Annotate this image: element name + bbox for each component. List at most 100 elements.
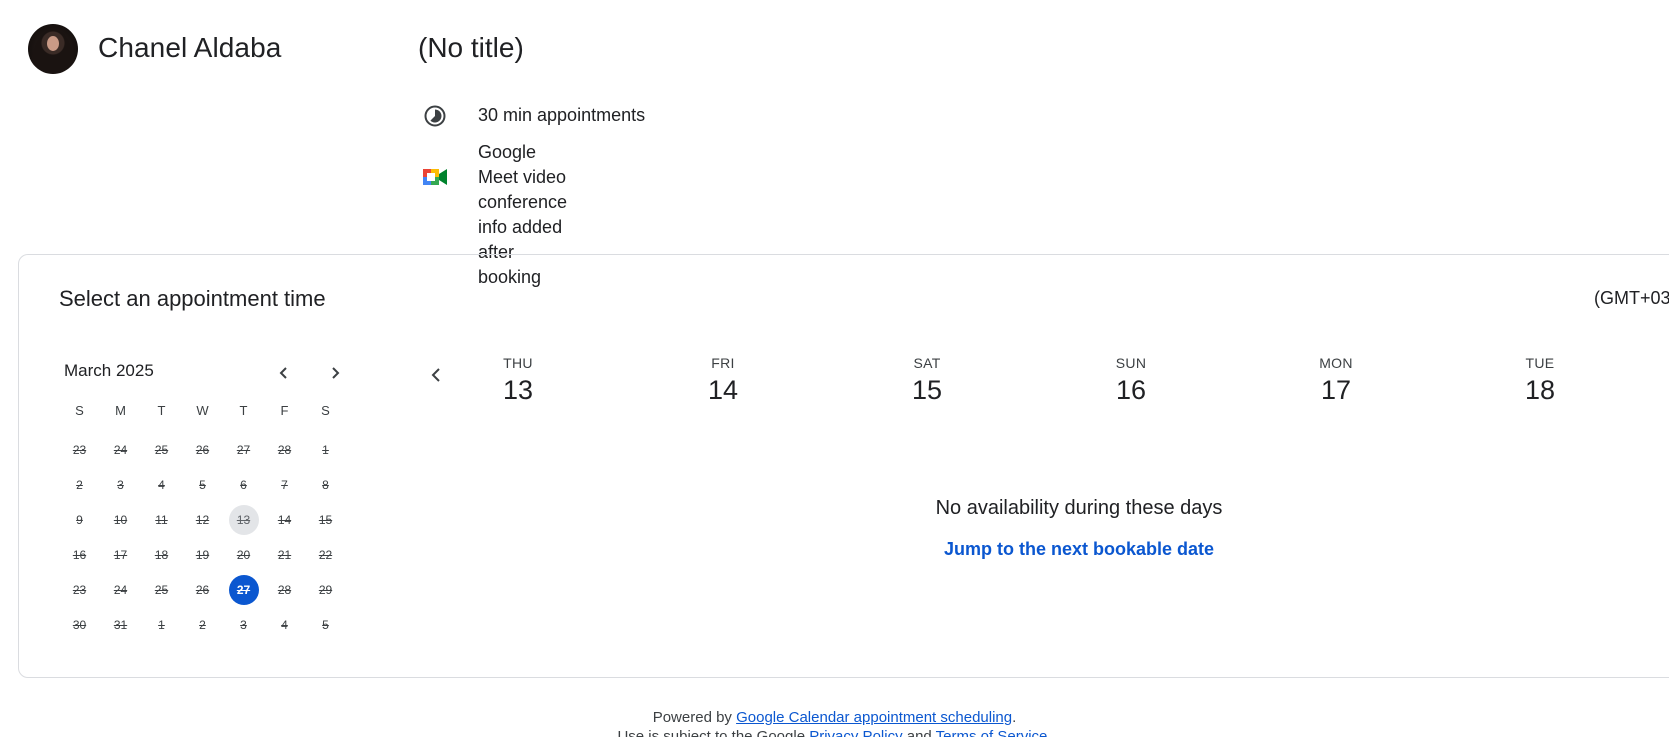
terms-of-service-link[interactable]: Terms of Service: [936, 728, 1048, 737]
calendar-day[interactable]: 31: [100, 607, 141, 642]
calendar-week-row: 30 31 1 2 3 4 5: [59, 607, 346, 642]
day-column-thu: THU 13: [478, 355, 558, 406]
calendar-day-number: 1: [158, 617, 165, 632]
calendar-day[interactable]: 10: [100, 502, 141, 537]
powered-by-text: Powered by: [652, 709, 737, 726]
calendar-day[interactable]: 24: [100, 432, 141, 467]
calendar-day-number: 25: [154, 442, 169, 457]
calendar-day[interactable]: 18: [141, 537, 182, 572]
previous-month-button[interactable]: [270, 359, 298, 387]
calendar-day[interactable]: 6: [223, 467, 264, 502]
calendar-day[interactable]: 2: [182, 607, 223, 642]
terms-suffix-text: .: [1047, 728, 1052, 737]
chevron-left-icon: [431, 368, 440, 382]
calendar-day-number: 7: [281, 477, 288, 492]
calendar-day[interactable]: 3: [100, 467, 141, 502]
jump-to-next-date-link[interactable]: Jump to the next bookable date: [909, 539, 1249, 560]
calendar-day[interactable]: 1: [305, 432, 346, 467]
calendar-day-number: 5: [322, 617, 329, 632]
calendar-day[interactable]: 5: [305, 607, 346, 642]
calendar-day-number: 1: [322, 442, 329, 457]
calendar-day[interactable]: 14: [264, 502, 305, 537]
calendar-day[interactable]: 27: [223, 572, 264, 607]
day-column-sat: SAT 15: [887, 355, 967, 406]
host-avatar: [28, 24, 78, 74]
calendar-day[interactable]: 2: [59, 467, 100, 502]
calendar-day[interactable]: 9: [59, 502, 100, 537]
calendar-day-number: 28: [277, 582, 292, 597]
calendar-day-number: 23: [72, 582, 87, 597]
previous-week-button[interactable]: [422, 361, 450, 389]
calendar-day[interactable]: 17: [100, 537, 141, 572]
calendar-day-number: 26: [195, 442, 210, 457]
calendar-day[interactable]: 26: [182, 572, 223, 607]
weekday-label: M: [115, 403, 126, 418]
timezone-selector[interactable]: (GMT+03: [1594, 288, 1669, 309]
calendar-day[interactable]: 13: [223, 502, 264, 537]
calendar-day[interactable]: 3: [223, 607, 264, 642]
day-number: 18: [1524, 375, 1556, 405]
day-name: TUE: [1525, 355, 1555, 371]
calendar-day-number: 6: [240, 477, 247, 492]
next-month-button[interactable]: [321, 359, 349, 387]
calendar-day[interactable]: 8: [305, 467, 346, 502]
calendar-day[interactable]: 23: [59, 432, 100, 467]
calendar-day[interactable]: 11: [141, 502, 182, 537]
calendar-day[interactable]: 20: [223, 537, 264, 572]
calendar-day-number: 12: [195, 512, 210, 527]
weekday-label: S: [75, 403, 84, 418]
privacy-policy-link[interactable]: Privacy Policy: [809, 728, 902, 737]
calendar-day[interactable]: 27: [223, 432, 264, 467]
calendar-day-number: 15: [318, 512, 333, 527]
calendar-week-row: 2 3 4 5 6 7 8: [59, 467, 346, 502]
calendar-day[interactable]: 28: [264, 432, 305, 467]
calendar-day-number: 9: [76, 512, 83, 527]
weekday-label: T: [239, 403, 248, 418]
calendar-day[interactable]: 4: [141, 467, 182, 502]
day-number: 17: [1320, 375, 1352, 405]
calendar-day[interactable]: 28: [264, 572, 305, 607]
calendar-day-number: 20: [236, 547, 251, 562]
terms-and-text: and: [902, 728, 936, 737]
calendar-day-number: 22: [318, 547, 333, 562]
weekday-label: T: [157, 403, 166, 418]
event-title: (No title): [418, 32, 524, 63]
calendar-day[interactable]: 5: [182, 467, 223, 502]
weekday-header: S M T W T F S: [59, 403, 346, 418]
calendar-day[interactable]: 25: [141, 572, 182, 607]
calendar-day-number: 13: [228, 504, 259, 535]
calendar-day[interactable]: 29: [305, 572, 346, 607]
calendar-day[interactable]: 26: [182, 432, 223, 467]
calendar-day-number: 4: [281, 617, 288, 632]
calendar-day-number: 26: [195, 582, 210, 597]
calendar-day[interactable]: 7: [264, 467, 305, 502]
calendar-day-number: 31: [113, 617, 128, 632]
calendar-day[interactable]: 15: [305, 502, 346, 537]
calendar-day[interactable]: 23: [59, 572, 100, 607]
calendar-day-number: 27: [228, 574, 259, 605]
calendar-day[interactable]: 1: [141, 607, 182, 642]
calendar-day-number: 28: [277, 442, 292, 457]
calendar-day[interactable]: 25: [141, 432, 182, 467]
no-availability-message: No availability during these days: [935, 497, 1223, 519]
appointment-scheduling-link[interactable]: Google Calendar appointment scheduling: [736, 709, 1012, 726]
calendar-day[interactable]: 24: [100, 572, 141, 607]
duration-detail: 30 min appointments: [420, 101, 645, 131]
calendar-day-number: 19: [195, 547, 210, 562]
calendar-day-number: 14: [277, 512, 292, 527]
calendar-day[interactable]: 22: [305, 537, 346, 572]
calendar-day[interactable]: 16: [59, 537, 100, 572]
calendar-day[interactable]: 21: [264, 537, 305, 572]
duration-text: 30 min appointments: [478, 105, 646, 125]
calendar-day[interactable]: 12: [182, 502, 223, 537]
calendar-day[interactable]: 4: [264, 607, 305, 642]
calendar-day-number: 27: [236, 442, 251, 457]
calendar-day[interactable]: 30: [59, 607, 100, 642]
host-name: Chanel Aldaba: [98, 32, 282, 63]
day-column-sun: SUN 16: [1091, 355, 1171, 406]
day-name: SUN: [1115, 355, 1147, 371]
calendar-day-number: 24: [113, 582, 128, 597]
calendar-day[interactable]: 19: [182, 537, 223, 572]
day-number: 16: [1115, 375, 1147, 405]
calendar-day-number: 17: [113, 547, 128, 562]
